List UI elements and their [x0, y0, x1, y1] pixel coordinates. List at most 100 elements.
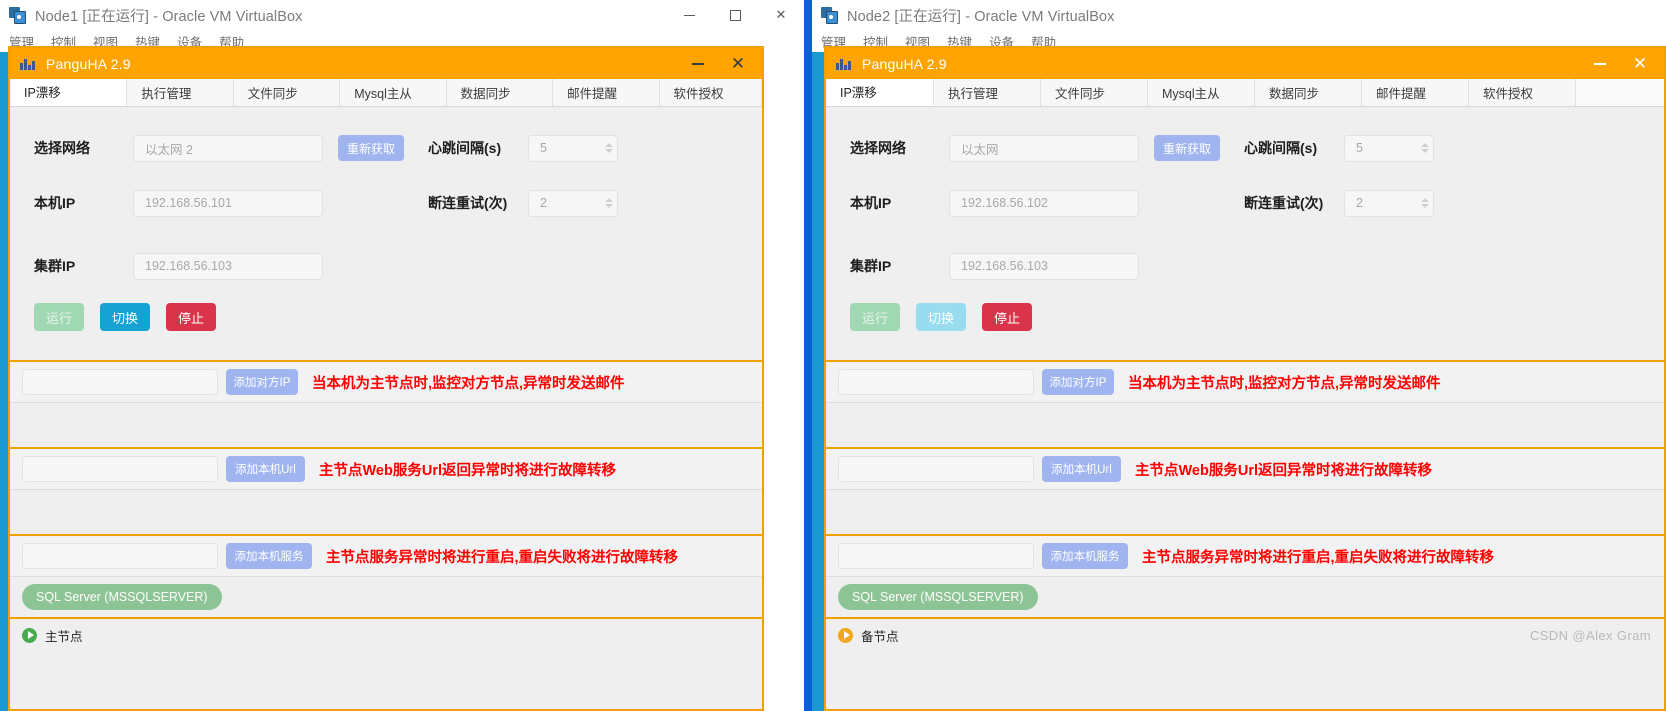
tab-mysql-master-slave[interactable]: Mysql主从: [1148, 79, 1255, 106]
tab-label: Mysql主从: [354, 87, 412, 101]
app-window-title: PanguHA 2.9: [862, 55, 947, 72]
add-peer-ip-button[interactable]: 添加对方IP: [226, 369, 298, 395]
app-window-controls: ✕: [678, 48, 758, 79]
panguha-icon: [20, 56, 35, 71]
peer-ip-input[interactable]: [22, 369, 218, 395]
action-buttons-node2: 运行 切换 停止: [826, 297, 1664, 331]
cluster-ip-label: 集群IP: [850, 258, 892, 274]
cluster-ip-input[interactable]: 192.168.56.103: [133, 252, 323, 280]
local-url-row: 添加本机Url 主节点Web服务Url返回异常时将进行故障转移: [826, 449, 1664, 489]
tab-exec-manage[interactable]: 执行管理: [934, 79, 1041, 106]
tab-ip-drift[interactable]: IP漂移: [10, 79, 128, 106]
heartbeat-input[interactable]: 5: [1344, 134, 1434, 162]
network-input[interactable]: 以太网: [949, 134, 1139, 162]
tab-mail-alert[interactable]: 邮件提醒: [1362, 79, 1469, 106]
local-url-row: 添加本机Url 主节点Web服务Url返回异常时将进行故障转移: [10, 449, 762, 489]
tab-mail-alert[interactable]: 邮件提醒: [553, 79, 660, 106]
retry-input[interactable]: 2: [1344, 189, 1434, 217]
switch-button[interactable]: 切换: [100, 303, 151, 331]
minimize-button[interactable]: [666, 0, 712, 30]
action-buttons-node1: 运行 切换 停止: [10, 297, 762, 331]
spinner-arrows-icon[interactable]: [1421, 143, 1429, 153]
spinner-arrows-icon[interactable]: [605, 143, 613, 153]
local-ip-input[interactable]: 192.168.56.102: [949, 189, 1139, 217]
form-row-network: 选择网络 以太网 重新获取 心跳间隔(s) 5: [826, 125, 1664, 171]
add-peer-ip-button[interactable]: 添加对方IP: [1042, 369, 1114, 395]
stop-button[interactable]: 停止: [166, 303, 217, 331]
add-local-url-button[interactable]: 添加本机Url: [1042, 456, 1121, 482]
vbox-titlebar-node2[interactable]: Node2 [正在运行] - Oracle VM VirtualBox: [812, 0, 1666, 30]
desktop: Node1 [正在运行] - Oracle VM VirtualBox ✕ 管理…: [0, 0, 1666, 711]
watermark: CSDN @Alex Gram: [1529, 628, 1651, 643]
local-ip-input[interactable]: 192.168.56.101: [133, 189, 323, 217]
form-row-cluster-ip: 集群IP 192.168.56.103: [826, 235, 1664, 297]
local-url-list[interactable]: [10, 490, 762, 534]
local-url-input[interactable]: [838, 456, 1034, 482]
tab-label: 文件同步: [247, 87, 298, 101]
refresh-network-button[interactable]: 重新获取: [338, 135, 404, 161]
stop-button[interactable]: 停止: [982, 303, 1033, 331]
add-local-service-button[interactable]: 添加本机服务: [1042, 543, 1128, 569]
panguha-window-node2: PanguHA 2.9 ✕ IP漂移 执行管理 文件同步 Mysql主从 数据同…: [824, 46, 1666, 711]
spinner-arrows-icon[interactable]: [605, 198, 613, 208]
local-ip-label: 本机IP: [850, 195, 892, 211]
run-button[interactable]: 运行: [850, 303, 901, 331]
app-titlebar-node2[interactable]: PanguHA 2.9 ✕: [826, 48, 1664, 79]
tab-label: IP漂移: [840, 86, 877, 100]
tab-mysql-master-slave[interactable]: Mysql主从: [340, 79, 447, 106]
heartbeat-label: 心跳间隔(s): [428, 140, 502, 156]
cluster-ip-input[interactable]: 192.168.56.103: [949, 252, 1139, 280]
app-window-title: PanguHA 2.9: [46, 55, 131, 72]
app-minimize-button[interactable]: [678, 48, 718, 79]
service-list-node1: SQL Server (MSSQLSERVER): [10, 577, 762, 617]
local-service-input[interactable]: [838, 543, 1034, 569]
app-close-button[interactable]: ✕: [1620, 48, 1660, 79]
tab-exec-manage[interactable]: 执行管理: [127, 79, 234, 106]
tab-label: IP漂移: [24, 86, 61, 100]
peer-ip-list[interactable]: [10, 403, 762, 447]
vbox-window-controls: ✕: [666, 0, 804, 30]
app-window-controls: ✕: [1580, 48, 1660, 79]
app-minimize-button[interactable]: [1580, 48, 1620, 79]
peer-ip-input[interactable]: [838, 369, 1034, 395]
tab-file-sync[interactable]: 文件同步: [233, 79, 341, 106]
add-local-url-button[interactable]: 添加本机Url: [226, 456, 305, 482]
node-role-status: 备节点: [861, 629, 899, 644]
refresh-network-button[interactable]: 重新获取: [1154, 135, 1220, 161]
tab-file-sync[interactable]: 文件同步: [1041, 79, 1148, 106]
form-row-local-ip: 本机IP 192.168.56.102 断连重试(次) 2: [826, 171, 1664, 235]
switch-button[interactable]: 切换: [916, 303, 967, 331]
virtualbox-icon: [9, 6, 26, 24]
tab-license[interactable]: 软件授权: [659, 79, 762, 106]
tab-ip-drift[interactable]: IP漂移: [826, 79, 934, 106]
retry-label: 断连重试(次): [428, 195, 508, 211]
peer-ip-panel-node2: 添加对方IP 当本机为主节点时,监控对方节点,异常时发送邮件: [826, 362, 1664, 447]
tab-label: 软件授权: [673, 87, 724, 101]
service-tag[interactable]: SQL Server (MSSQLSERVER): [838, 584, 1038, 610]
heartbeat-input[interactable]: 5: [528, 134, 618, 162]
network-input[interactable]: 以太网 2: [133, 134, 323, 162]
tab-label: 执行管理: [141, 87, 192, 101]
tab-label: 软件授权: [1483, 87, 1534, 101]
ip-drift-form-node2: 选择网络 以太网 重新获取 心跳间隔(s) 5 本机IP 192.168.56.…: [826, 107, 1664, 331]
local-service-input[interactable]: [22, 543, 218, 569]
tabbar-node1: IP漂移 执行管理 文件同步 Mysql主从 数据同步 邮件提醒 软件授权: [10, 79, 762, 107]
run-button[interactable]: 运行: [34, 303, 85, 331]
service-tag[interactable]: SQL Server (MSSQLSERVER): [22, 584, 222, 610]
app-titlebar-node1[interactable]: PanguHA 2.9 ✕: [10, 48, 762, 79]
add-local-service-button[interactable]: 添加本机服务: [226, 543, 312, 569]
peer-ip-list[interactable]: [826, 403, 1664, 447]
close-button[interactable]: ✕: [758, 0, 804, 30]
app-close-button[interactable]: ✕: [718, 48, 758, 79]
tab-license[interactable]: 软件授权: [1469, 79, 1576, 106]
local-url-input[interactable]: [22, 456, 218, 482]
spinner-arrows-icon[interactable]: [1421, 198, 1429, 208]
maximize-button[interactable]: [712, 0, 758, 30]
peer-ip-hint: 当本机为主节点时,监控对方节点,异常时发送邮件: [1128, 375, 1441, 392]
local-url-list[interactable]: [826, 490, 1664, 534]
vbox-titlebar-node1[interactable]: Node1 [正在运行] - Oracle VM VirtualBox ✕: [0, 0, 804, 30]
tab-data-sync[interactable]: 数据同步: [446, 79, 554, 106]
virtualbox-icon: [821, 6, 838, 24]
tab-data-sync[interactable]: 数据同步: [1255, 79, 1362, 106]
retry-input[interactable]: 2: [528, 189, 618, 217]
